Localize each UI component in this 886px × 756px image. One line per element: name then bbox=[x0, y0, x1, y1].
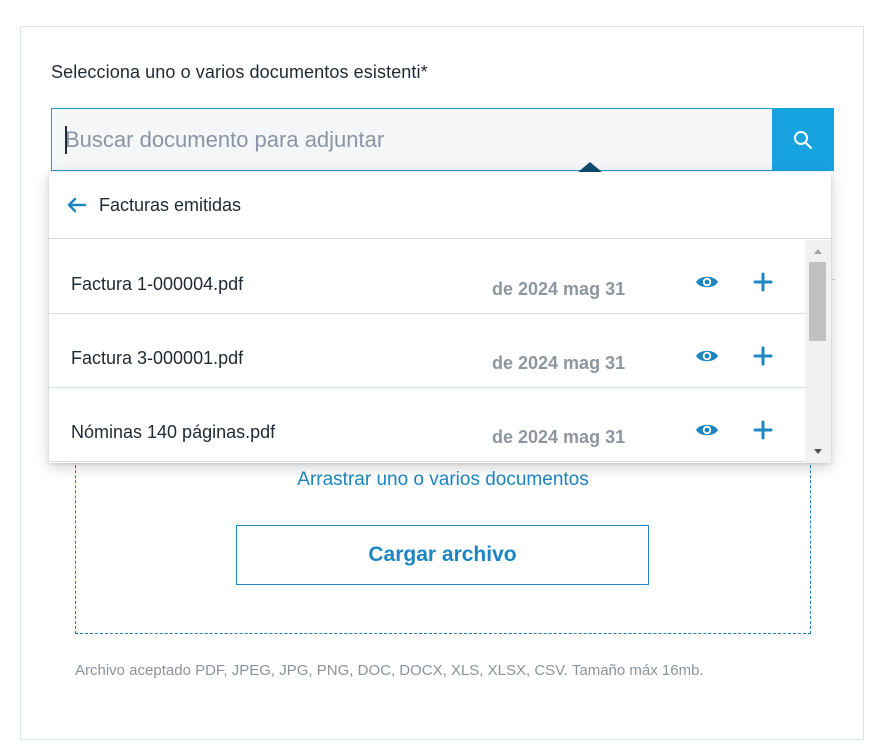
dropdown-scrollbar[interactable] bbox=[805, 240, 831, 463]
dropdown-back-header[interactable]: Facturas emitidas bbox=[49, 172, 831, 239]
document-name: Factura 3-000001.pdf bbox=[71, 348, 244, 368]
list-item[interactable]: Factura 1-000004.pdf de 2024 mag 31 bbox=[49, 240, 805, 314]
arrow-left-icon[interactable] bbox=[67, 197, 87, 213]
upload-file-button[interactable]: Cargar archivo bbox=[236, 525, 649, 585]
drag-documents-link[interactable]: Arrastrar uno o varios documentos bbox=[76, 469, 810, 491]
accepted-files-note: Archivo aceptado PDF, JPEG, JPG, PNG, DO… bbox=[75, 662, 704, 679]
document-name: Factura 1-000004.pdf bbox=[71, 274, 244, 294]
plus-icon[interactable] bbox=[753, 346, 773, 371]
document-date: de 2024 mag 31 bbox=[492, 353, 626, 373]
eye-icon[interactable] bbox=[695, 422, 719, 443]
search-icon bbox=[794, 130, 812, 149]
list-item[interactable]: Factura 3-000001.pdf de 2024 mag 31 bbox=[49, 314, 805, 388]
list-item[interactable]: Nóminas 140 páginas.pdf de 2024 mag 31 bbox=[49, 388, 805, 462]
text-cursor bbox=[65, 126, 67, 154]
plus-icon[interactable] bbox=[753, 420, 773, 445]
document-date: de 2024 mag 31 bbox=[492, 279, 626, 299]
underlying-divider bbox=[831, 279, 835, 280]
search-input[interactable] bbox=[52, 109, 772, 170]
document-name: Nóminas 140 páginas.pdf bbox=[71, 422, 276, 442]
scroll-thumb[interactable] bbox=[809, 262, 826, 341]
scroll-up-arrow-icon[interactable] bbox=[814, 249, 822, 254]
eye-icon[interactable] bbox=[695, 274, 719, 295]
document-date: de 2024 mag 31 bbox=[492, 427, 626, 447]
document-list: Factura 1-000004.pdf de 2024 mag 31 Fact… bbox=[49, 240, 805, 463]
search-box bbox=[51, 108, 834, 171]
page: Selecciona uno o varios documentos esist… bbox=[0, 0, 886, 756]
eye-icon[interactable] bbox=[695, 348, 719, 369]
scroll-down-arrow-icon[interactable] bbox=[814, 449, 822, 454]
field-label: Selecciona uno o varios documentos esist… bbox=[51, 62, 428, 82]
folder-title: Facturas emitidas bbox=[99, 194, 242, 215]
plus-icon[interactable] bbox=[753, 272, 773, 297]
document-dropdown: Facturas emitidas Factura 1-000004.pdf d… bbox=[49, 172, 831, 463]
search-button[interactable] bbox=[772, 108, 834, 171]
